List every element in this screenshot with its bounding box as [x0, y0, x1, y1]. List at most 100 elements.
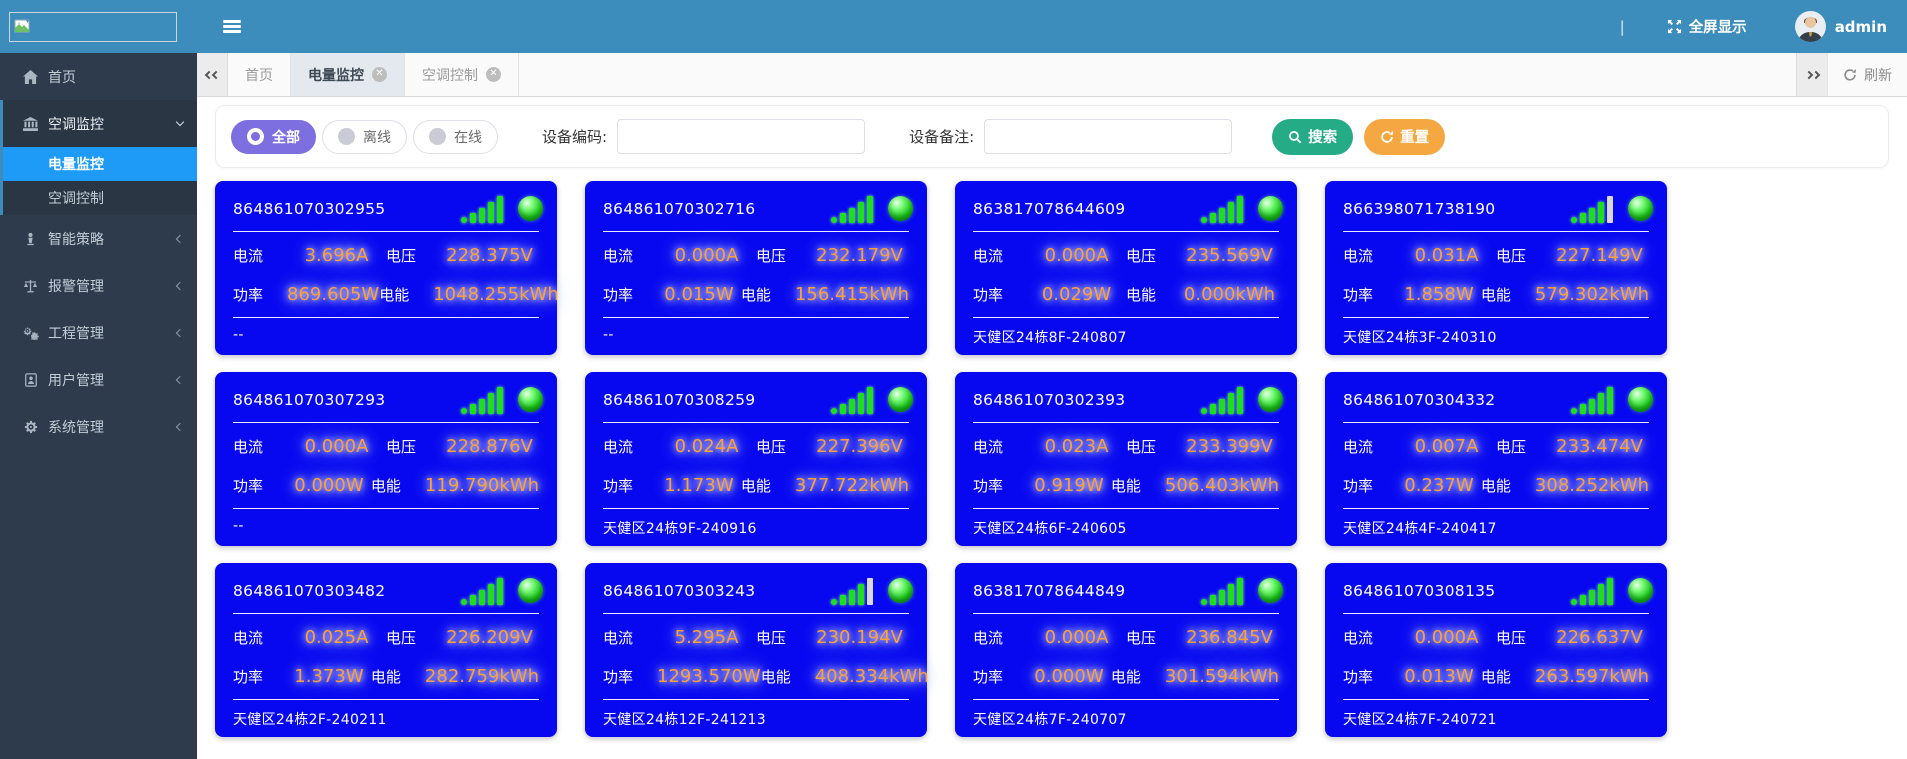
expand-arrows-icon: [1667, 19, 1681, 34]
sidebar-item-label: 用户管理: [48, 372, 104, 389]
radio-all[interactable]: 全部: [231, 119, 316, 154]
online-status-icon: [1258, 578, 1283, 603]
close-icon[interactable]: ✕: [486, 67, 501, 82]
device-card[interactable]: 864861070302716 电流 0.000A 电压 232.179V 功率…: [585, 181, 927, 355]
signal-icon: [1571, 577, 1613, 605]
device-card[interactable]: 864861070307293 电流 0.000A 电压 228.876V 功率…: [215, 372, 557, 546]
device-location: 天健区24栋9F-240916: [603, 521, 757, 537]
sidebar-item-alarm-mgmt[interactable]: 报警管理: [0, 262, 197, 309]
tab-label: 首页: [245, 67, 273, 84]
voltage-label: 电压: [756, 628, 787, 647]
device-card[interactable]: 863817078644849 电流 0.000A 电压 236.845V 功率…: [955, 563, 1297, 737]
online-status-icon: [1628, 387, 1653, 412]
voltage-value: 233.474V: [1556, 435, 1643, 457]
sidebar-item-power-monitor[interactable]: 电量监控: [3, 147, 197, 181]
sidebar-item-ac-control[interactable]: 空调控制: [3, 181, 197, 215]
signal-icon: [461, 386, 503, 414]
voltage-label: 电压: [1126, 437, 1157, 456]
device-id: 866398071738190: [1343, 200, 1496, 218]
voltage-label: 电压: [1126, 246, 1157, 265]
device-card[interactable]: 866398071738190 电流 0.031A 电压 227.149V 功率…: [1325, 181, 1667, 355]
power-label: 功率: [1343, 667, 1374, 686]
signal-icon: [1571, 195, 1613, 223]
tabs-scroll-right-button[interactable]: [1796, 53, 1827, 96]
chevron-left-icon: [175, 234, 185, 243]
power-label: 功率: [233, 667, 264, 686]
tab-label: 空调控制: [422, 67, 478, 84]
device-card[interactable]: 864861070303243 电流 5.295A 电压 230.194V 功率…: [585, 563, 929, 737]
cogs-icon: [22, 325, 39, 341]
online-status-icon: [1258, 387, 1283, 412]
radio-online[interactable]: 在线: [413, 119, 498, 154]
reset-label: 重置: [1400, 130, 1430, 146]
device-note-label: 设备备注:: [909, 128, 975, 146]
current-label: 电流: [1343, 437, 1374, 456]
device-card[interactable]: 863817078644609 电流 0.000A 电压 235.569V 功率…: [955, 181, 1297, 355]
main-content: 全部 离线 在线 设备编码: 设备备注: 搜索 重置 8648610703029…: [197, 97, 1907, 759]
search-button[interactable]: 搜索: [1272, 118, 1354, 155]
device-id: 864861070303243: [603, 582, 756, 600]
voltage-label: 电压: [756, 437, 787, 456]
device-location: --: [233, 327, 244, 343]
header-separator: |: [1619, 17, 1625, 36]
sidebar-item-smart-strategy[interactable]: 智能策略: [0, 215, 197, 262]
search-label: 搜索: [1308, 130, 1338, 146]
username[interactable]: admin: [1835, 18, 1887, 36]
sidebar-item-user-mgmt[interactable]: 用户管理: [0, 356, 197, 403]
fullscreen-label: 全屏显示: [1688, 20, 1747, 36]
fullscreen-button[interactable]: 全屏显示: [1667, 16, 1747, 37]
reset-button[interactable]: 重置: [1364, 118, 1446, 155]
device-id: 863817078644609: [973, 200, 1126, 218]
radio-offline[interactable]: 离线: [322, 119, 407, 154]
energy-value: 308.252kWh: [1534, 474, 1649, 496]
power-label: 功率: [603, 667, 634, 686]
sidebar-item-system-mgmt[interactable]: 系统管理: [0, 403, 197, 450]
signal-icon: [1201, 577, 1243, 605]
energy-label: 电能: [1110, 667, 1141, 686]
device-card[interactable]: 864861070304332 电流 0.007A 电压 233.474V 功率…: [1325, 372, 1667, 546]
tabs-scroll-left-button[interactable]: [197, 53, 228, 96]
sidebar-item-home[interactable]: 首页: [0, 53, 197, 100]
power-value: 1.173W: [664, 474, 734, 496]
device-card[interactable]: 864861070308259 电流 0.024A 电压 227.396V 功率…: [585, 372, 927, 546]
device-note-input[interactable]: [984, 119, 1233, 154]
online-status-icon: [888, 196, 913, 221]
signal-icon: [1201, 195, 1243, 223]
current-label: 电流: [603, 628, 634, 647]
current-label: 电流: [233, 437, 264, 456]
energy-label: 电能: [379, 285, 410, 304]
hamburger-menu-icon[interactable]: [223, 17, 241, 35]
energy-value: 0.000kWh: [1183, 283, 1276, 305]
sidebar-item-project-mgmt[interactable]: 工程管理: [0, 309, 197, 356]
energy-label: 电能: [1480, 285, 1511, 304]
energy-label: 电能: [1480, 476, 1511, 495]
avatar[interactable]: [1794, 11, 1826, 42]
device-code-input[interactable]: [617, 119, 866, 154]
device-card[interactable]: 864861070302955 电流 3.696A 电压 228.375V 功率…: [215, 181, 559, 355]
device-id: 864861070303482: [233, 582, 386, 600]
current-value: 0.000A: [1044, 244, 1109, 266]
device-card[interactable]: 864861070308135 电流 0.000A 电压 226.637V 功率…: [1325, 563, 1667, 737]
current-value: 0.007A: [1414, 435, 1479, 457]
device-card[interactable]: 864861070303482 电流 0.025A 电压 226.209V 功率…: [215, 563, 557, 737]
close-icon[interactable]: ✕: [372, 67, 387, 82]
voltage-label: 电压: [1496, 437, 1527, 456]
voltage-value: 233.399V: [1186, 435, 1273, 457]
device-location: 天健区24栋3F-240310: [1343, 330, 1497, 346]
voltage-label: 电压: [1126, 628, 1157, 647]
power-label: 功率: [233, 285, 264, 304]
tab-bar: 首页 电量监控 ✕ 空调控制 ✕ 刷新: [197, 53, 1907, 97]
voltage-value: 227.396V: [816, 435, 903, 457]
sidebar-item-ac-monitor[interactable]: 空调监控: [3, 100, 197, 147]
device-card[interactable]: 864861070302393 电流 0.023A 电压 233.399V 功率…: [955, 372, 1297, 546]
power-value: 0.919W: [1034, 474, 1104, 496]
tab-ac-control[interactable]: 空调控制 ✕: [405, 53, 519, 96]
energy-value: 579.302kWh: [1534, 283, 1649, 305]
power-label: 功率: [973, 285, 1004, 304]
refresh-button[interactable]: 刷新: [1827, 53, 1907, 96]
home-icon: [22, 69, 39, 85]
tab-power-monitor[interactable]: 电量监控 ✕: [291, 53, 405, 96]
tab-home[interactable]: 首页: [228, 53, 291, 96]
voltage-value: 236.845V: [1186, 626, 1273, 648]
power-value: 0.000W: [1034, 665, 1104, 687]
